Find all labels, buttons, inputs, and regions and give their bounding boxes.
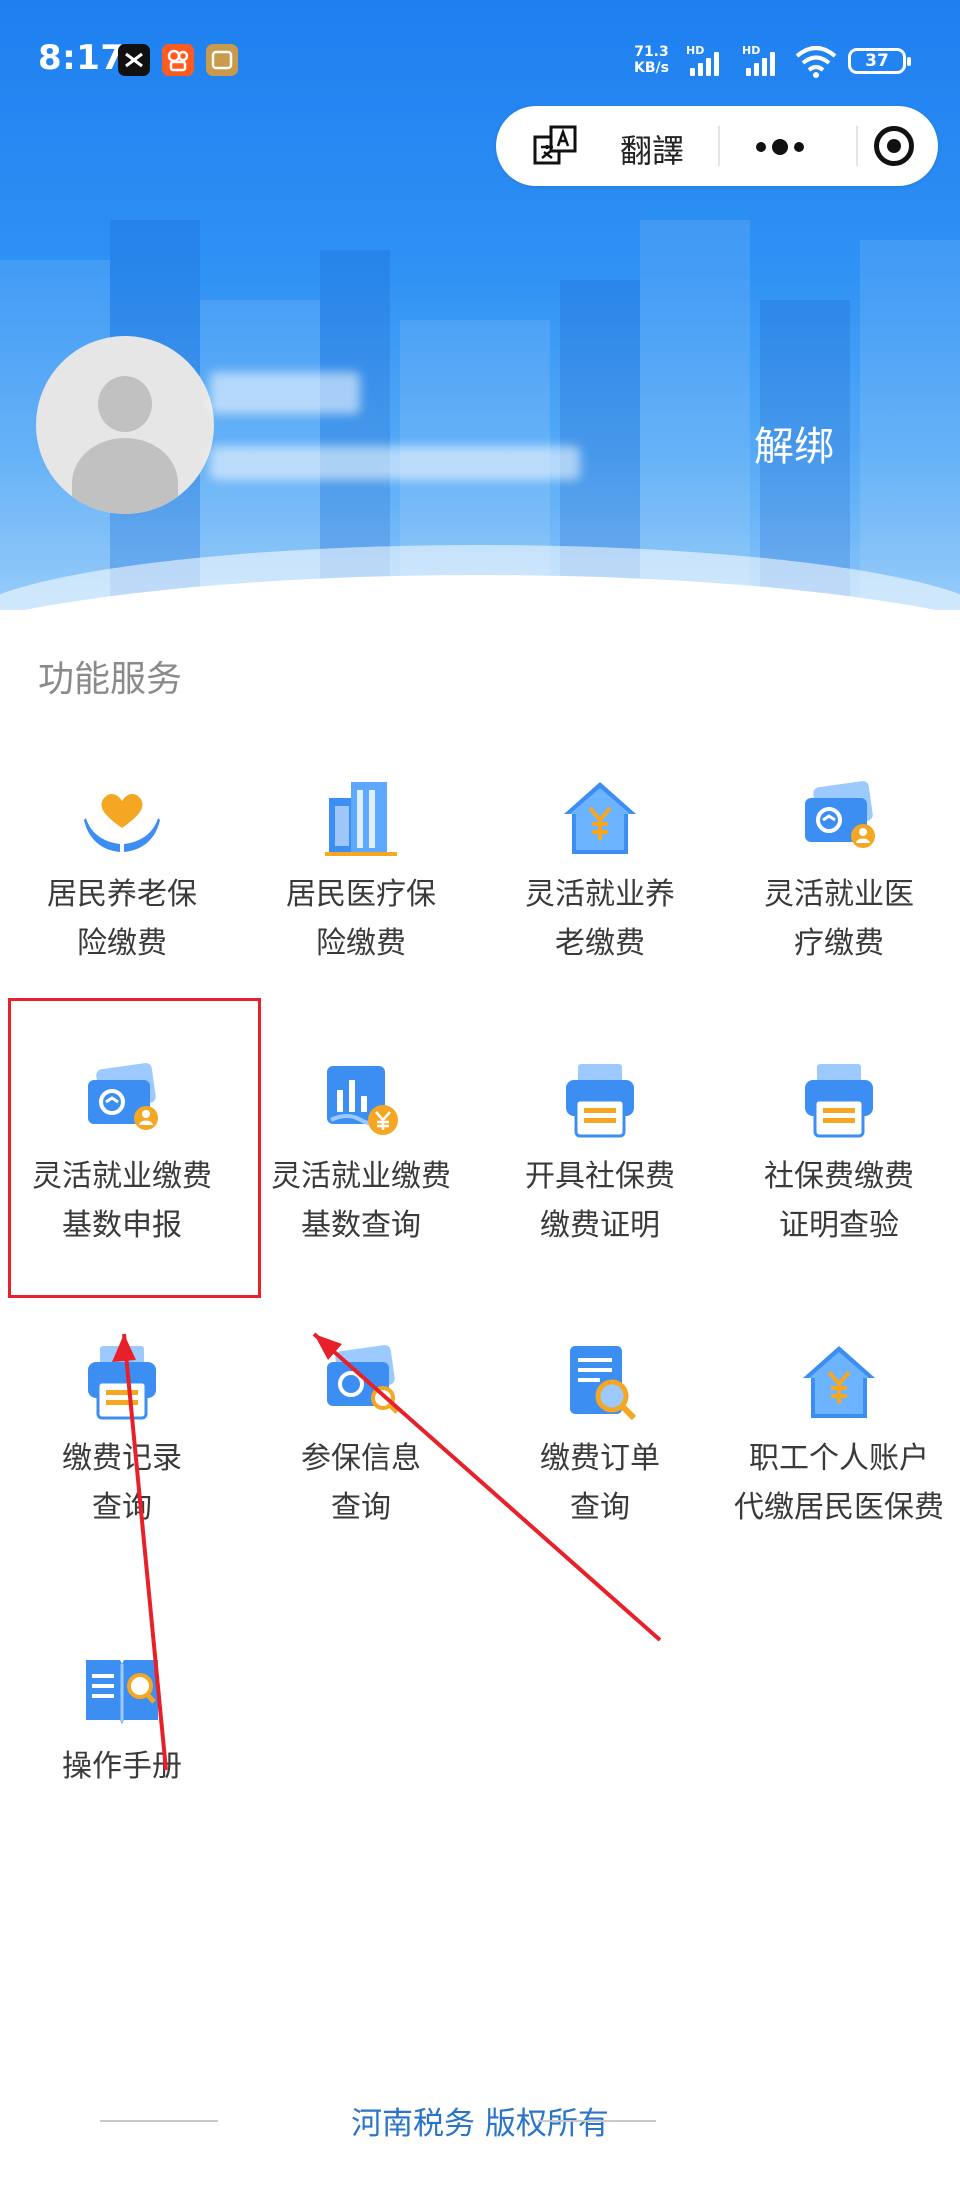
header-banner: 8:17 71.3 KB/s HD HD 37 翻譯 解绑 [0,0,960,610]
document-search-icon [560,1342,640,1422]
highlight-box [8,998,261,1298]
miniprogram-capsule: 翻譯 [496,106,938,186]
avatar [36,336,214,514]
service-label: 居民养老保 险缴费 [47,877,197,961]
building-silhouette [860,240,960,610]
heart-hands-icon [82,778,162,858]
footer-divider [538,2120,656,2122]
hospital-building-icon [321,778,401,858]
service-label: 灵活就业养 老缴费 [525,877,675,961]
service-label: 参保信息 查询 [301,1441,421,1525]
signal-icon [690,48,724,76]
more-button[interactable] [728,106,848,186]
footer: 河南税务 版权所有 [0,2098,960,2148]
translate-button[interactable]: 翻譯 [520,106,710,186]
kuaishou-app-icon [162,44,194,76]
social-card-search-icon [321,1342,401,1422]
house-yuan-icon [799,1342,879,1422]
youpin-app-icon [206,44,238,76]
service-label: 社保费缴费 证明查验 [764,1159,914,1243]
service-label: 开具社保费 缴费证明 [525,1159,675,1243]
section-title: 功能服务 [38,659,183,700]
status-bar: 8:17 71.3 KB/s HD HD 37 [0,0,960,120]
social-card-person-icon [799,778,879,858]
house-yuan-icon [560,778,640,858]
signal-icon [746,48,780,76]
user-name-blurred [210,372,360,414]
chart-yuan-icon [321,1060,401,1140]
close-miniprogram-button[interactable] [860,106,938,186]
translate-label: 翻譯 [620,132,685,170]
manual-book-icon [82,1650,162,1730]
clock: 8:17 [38,38,125,78]
printer-icon [560,1060,640,1140]
service-label: 居民医疗保 险缴费 [286,877,436,961]
copyright-text: 河南税务 版权所有 [351,2106,609,2142]
user-id-blurred [210,446,580,480]
service-label: 职工个人账户 代缴居民医保费 [734,1441,944,1525]
capcut-app-icon [118,44,150,76]
target-icon [874,126,914,166]
printer-icon [82,1342,162,1422]
capsule-divider [856,126,858,166]
network-speed: 71.3 KB/s [634,44,669,76]
service-label: 缴费订单 查询 [540,1441,660,1525]
service-label: 缴费记录 查询 [62,1441,182,1525]
capsule-divider [718,126,720,166]
service-label: 灵活就业医 疗缴费 [764,877,914,961]
service-label: 灵活就业缴费 基数查询 [271,1159,451,1243]
translate-icon [532,124,578,170]
service-label: 操作手册 [62,1749,182,1784]
wifi-icon [794,44,838,78]
printer-icon [799,1060,879,1140]
unbind-button[interactable]: 解绑 [754,414,834,472]
battery-icon: 37 [848,48,911,74]
